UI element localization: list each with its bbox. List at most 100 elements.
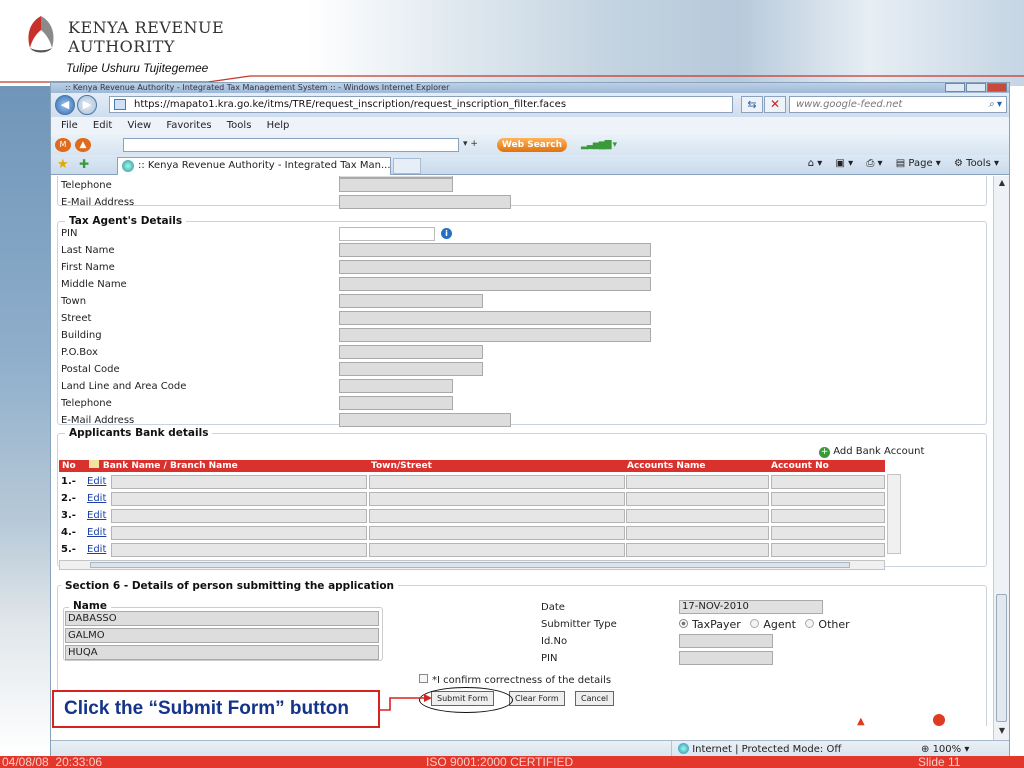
mail-icon[interactable]: M <box>55 138 71 152</box>
radio-other[interactable] <box>805 619 815 628</box>
clear-form-button[interactable]: Clear Form <box>509 691 565 706</box>
edit-link[interactable]: Edit <box>87 493 106 504</box>
edit-link[interactable]: Edit <box>87 476 106 487</box>
add-icon[interactable]: ▾ + <box>463 139 478 149</box>
town-cell[interactable] <box>369 509 625 523</box>
page-content: Telephone E-Mail Address Tax Agent's Det… <box>51 176 993 726</box>
close-window-button[interactable] <box>987 83 1007 92</box>
page-scroll-thumb[interactable] <box>996 594 1007 722</box>
add-bank-account-link[interactable]: + Add Bank Account <box>819 446 924 458</box>
page-menu[interactable]: ▤ Page ▾ <box>896 158 941 169</box>
radio-agent[interactable] <box>750 619 760 628</box>
accounts-name-cell[interactable] <box>626 492 769 506</box>
page-vertical-scrollbar[interactable]: ▲ ▼ <box>993 176 1009 740</box>
agent-building-field[interactable] <box>339 328 651 342</box>
search-input[interactable]: www.google-feed.net ⌕ ▾ <box>789 96 1007 113</box>
name-field-3[interactable]: HUQA <box>65 645 379 660</box>
info-icon[interactable]: i <box>441 228 452 239</box>
edit-link[interactable]: Edit <box>87 510 106 521</box>
callout-arrow-icon <box>380 694 432 711</box>
address-input[interactable]: https://mapato1.kra.go.ke/itms/TRE/reque… <box>109 96 733 113</box>
account-no-cell[interactable] <box>771 543 885 557</box>
table-vertical-scrollbar[interactable] <box>887 474 901 554</box>
radio-taxpayer[interactable] <box>679 619 688 628</box>
menu-favorites[interactable]: Favorites <box>166 117 211 135</box>
agent-street-field[interactable] <box>339 311 651 325</box>
agent-middle-name-field[interactable] <box>339 277 651 291</box>
account-no-cell[interactable] <box>771 475 885 489</box>
bank-name-cell[interactable] <box>111 509 367 523</box>
town-cell[interactable] <box>369 526 625 540</box>
minimize-button[interactable] <box>945 83 965 92</box>
accounts-name-cell[interactable] <box>626 509 769 523</box>
agent-pobox-field[interactable] <box>339 345 483 359</box>
search-icon[interactable]: ⌕ ▾ <box>988 97 1002 112</box>
toolbar-search-input[interactable] <box>123 138 459 152</box>
name-field-1[interactable]: DABASSO <box>65 611 379 626</box>
confirm-checkbox-row: *I confirm correctness of the details <box>419 674 611 686</box>
table-row: 1.- Edit <box>59 474 885 490</box>
agent-postal-code-field[interactable] <box>339 362 483 376</box>
account-no-cell[interactable] <box>771 509 885 523</box>
home-icon[interactable]: ⌂ ▾ <box>808 158 823 169</box>
agent-last-name-field[interactable] <box>339 243 651 257</box>
account-no-cell[interactable] <box>771 492 885 506</box>
confirm-checkbox[interactable] <box>419 674 428 683</box>
prev-email-field[interactable] <box>339 195 511 209</box>
account-no-cell[interactable] <box>771 526 885 540</box>
refresh-button[interactable]: ⇆ <box>741 96 763 113</box>
new-tab-button[interactable] <box>393 158 421 174</box>
town-cell[interactable] <box>369 475 625 489</box>
agent-town-field[interactable] <box>339 294 483 308</box>
bank-name-cell[interactable] <box>111 475 367 489</box>
maximize-button[interactable] <box>966 83 986 92</box>
agent-first-name-field[interactable] <box>339 260 651 274</box>
town-cell[interactable] <box>369 543 625 557</box>
table-horizontal-scrollbar[interactable] <box>59 560 885 570</box>
web-search-button[interactable]: Web Search <box>497 138 567 152</box>
tools-menu[interactable]: ⚙ Tools ▾ <box>954 158 999 169</box>
feeds-icon[interactable]: ▣ ▾ <box>836 158 854 169</box>
edit-link[interactable]: Edit <box>87 544 106 555</box>
date-field[interactable]: 17-NOV-2010 <box>679 600 823 614</box>
agent-telephone-field[interactable] <box>339 396 453 410</box>
edit-link[interactable]: Edit <box>87 527 106 538</box>
menu-file[interactable]: File <box>61 117 78 135</box>
agent-pin-input[interactable] <box>339 227 435 241</box>
help-icon[interactable] <box>933 714 945 726</box>
pin-field[interactable] <box>679 651 773 665</box>
accounts-name-cell[interactable] <box>626 526 769 540</box>
table-scroll-thumb[interactable] <box>90 562 850 568</box>
col-header-town: Town/Street <box>369 460 625 472</box>
stop-button[interactable]: ✕ <box>764 96 786 113</box>
menu-help[interactable]: Help <box>267 117 290 135</box>
accounts-name-cell[interactable] <box>626 543 769 557</box>
scroll-down-icon[interactable]: ▼ <box>994 726 1010 735</box>
menu-edit[interactable]: Edit <box>93 117 112 135</box>
add-favorite-icon[interactable]: ✚ <box>79 157 89 171</box>
id-no-field[interactable] <box>679 634 773 648</box>
favorites-star-icon[interactable]: ★ <box>57 157 69 172</box>
back-button[interactable]: ◀ <box>55 95 75 115</box>
scroll-up-icon[interactable]: ▲ <box>994 178 1010 187</box>
row-number: 4.- <box>61 527 76 538</box>
bank-name-cell[interactable] <box>111 492 367 506</box>
prev-telephone-field[interactable] <box>339 178 453 192</box>
bank-name-cell[interactable] <box>111 543 367 557</box>
bank-name-cell[interactable] <box>111 526 367 540</box>
accounts-name-cell[interactable] <box>626 475 769 489</box>
tab-kra[interactable]: :: Kenya Revenue Authority - Integrated … <box>117 157 391 175</box>
print-icon[interactable]: ⎙ ▾ <box>866 158 882 169</box>
menu-view[interactable]: View <box>127 117 151 135</box>
section6-legend: Section 6 - Details of person submitting… <box>61 580 399 592</box>
agent-landline-field[interactable] <box>339 379 453 393</box>
up-arrow-icon[interactable]: ▲ <box>75 138 91 152</box>
cancel-button[interactable]: Cancel <box>575 691 615 706</box>
agent-landline-label: Land Line and Area Code <box>61 381 187 392</box>
name-field-2[interactable]: GALMO <box>65 628 379 643</box>
menu-tools[interactable]: Tools <box>227 117 252 135</box>
forward-button[interactable]: ▶ <box>77 95 97 115</box>
agent-email-field[interactable] <box>339 413 511 427</box>
top-arrow-icon[interactable]: ▲ <box>857 716 865 726</box>
town-cell[interactable] <box>369 492 625 506</box>
